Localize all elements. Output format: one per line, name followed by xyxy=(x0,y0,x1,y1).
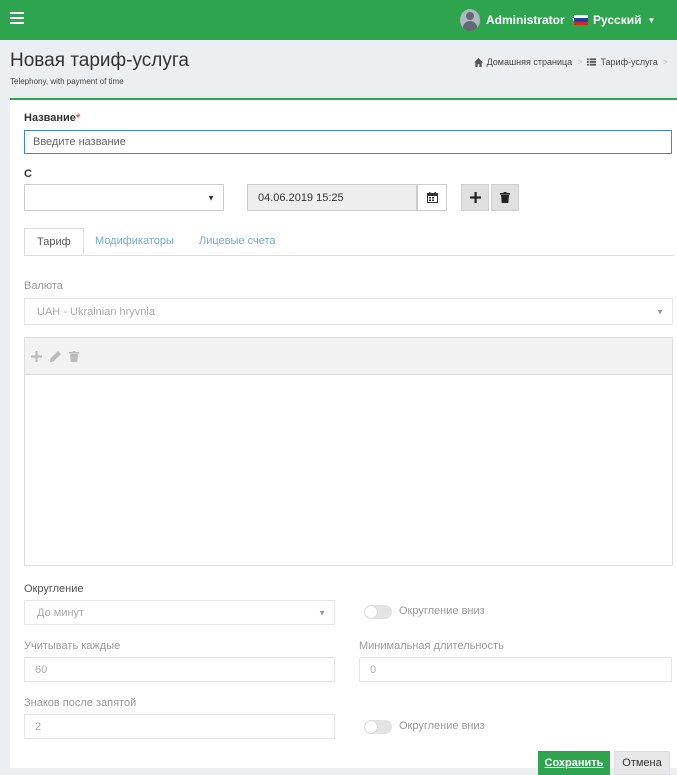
user-name: Administrator xyxy=(486,13,565,27)
currency-select[interactable]: UAH - Ukrainian hryvnia ▼ xyxy=(24,298,673,325)
currency-label: Валюта xyxy=(24,280,63,292)
tab-accounts[interactable]: Лицевые счета xyxy=(199,228,275,255)
grid-edit-button[interactable] xyxy=(50,350,61,362)
user-avatar-icon xyxy=(460,9,480,31)
tab-modifiers[interactable]: Модификаторы xyxy=(95,228,174,255)
name-label: Название* xyxy=(24,112,81,124)
breadcrumb-home[interactable]: Домашняя страница xyxy=(473,57,572,67)
caret-down-icon: ▼ xyxy=(647,15,656,25)
dropdown-arrow-icon: ▼ xyxy=(207,193,215,202)
trash-icon xyxy=(69,350,79,362)
language-menu[interactable]: Русский ▼ xyxy=(574,13,655,27)
add-button[interactable] xyxy=(461,184,489,211)
language-label: Русский xyxy=(593,13,642,27)
from-label: С xyxy=(24,168,32,180)
page-title: Новая тариф-услуга xyxy=(10,50,189,71)
from-date-input[interactable]: 04.06.2019 15:25 xyxy=(247,184,417,211)
calendar-button[interactable] xyxy=(417,184,447,211)
trash-icon xyxy=(500,192,510,203)
hamburger-icon[interactable] xyxy=(10,12,24,24)
user-menu[interactable]: Administrator ▼ xyxy=(460,9,579,31)
rounding-down-toggle-2[interactable] xyxy=(364,720,392,734)
rounding-down-toggle[interactable] xyxy=(364,605,392,619)
tariff-grid xyxy=(24,337,673,566)
rounding-down-label: Округление вниз xyxy=(399,605,485,617)
dropdown-arrow-icon: ▼ xyxy=(318,608,326,617)
grid-add-button[interactable] xyxy=(31,350,42,362)
pencil-icon xyxy=(50,350,61,362)
rounding-label: Округление xyxy=(24,583,84,595)
tab-tariff[interactable]: Тариф xyxy=(24,228,84,255)
list-icon xyxy=(587,58,597,66)
delete-button[interactable] xyxy=(491,184,519,211)
decimals-label: Знаков после запятой xyxy=(24,697,137,709)
page-subtitle: Telephony, with payment of time xyxy=(10,77,124,86)
breadcrumb-tariff[interactable]: Тариф-услуга xyxy=(587,57,658,67)
tabs-bar: Тариф Модификаторы Лицевые счета xyxy=(24,228,674,256)
russian-flag-icon xyxy=(574,15,588,25)
grid-toolbar xyxy=(25,338,672,375)
decimals-input[interactable] xyxy=(24,714,335,739)
count-every-input[interactable] xyxy=(24,657,335,682)
min-duration-input[interactable] xyxy=(359,657,672,682)
cancel-button[interactable]: Отмена xyxy=(614,751,670,775)
plus-icon xyxy=(469,192,481,203)
from-select[interactable]: ▼ xyxy=(24,184,224,211)
form-card: Название* С ▼ 04.06.2019 15:25 Тариф Мод… xyxy=(10,98,677,775)
content-header: Новая тариф-услуга Telephony, with payme… xyxy=(10,40,677,98)
count-every-label: Учитывать каждые xyxy=(24,640,121,652)
breadcrumb-separator: > xyxy=(662,57,668,67)
save-button[interactable]: Сохранить xyxy=(538,751,610,775)
top-navbar: Administrator ▼ Русский ▼ xyxy=(0,0,677,40)
grid-delete-button[interactable] xyxy=(69,350,79,362)
rounding-down-label-2: Округление вниз xyxy=(399,720,485,732)
required-mark: * xyxy=(75,112,81,124)
dropdown-arrow-icon: ▼ xyxy=(656,307,664,316)
home-icon xyxy=(473,57,483,67)
breadcrumb: Домашняя страница > Тариф-услуга > xyxy=(473,57,673,67)
breadcrumb-separator: > xyxy=(577,57,583,67)
rounding-select[interactable]: До минут ▼ xyxy=(24,600,335,625)
min-duration-label: Минимальная длительность xyxy=(359,640,504,652)
name-input[interactable] xyxy=(24,130,672,154)
calendar-icon xyxy=(426,192,438,203)
plus-icon xyxy=(31,350,42,362)
